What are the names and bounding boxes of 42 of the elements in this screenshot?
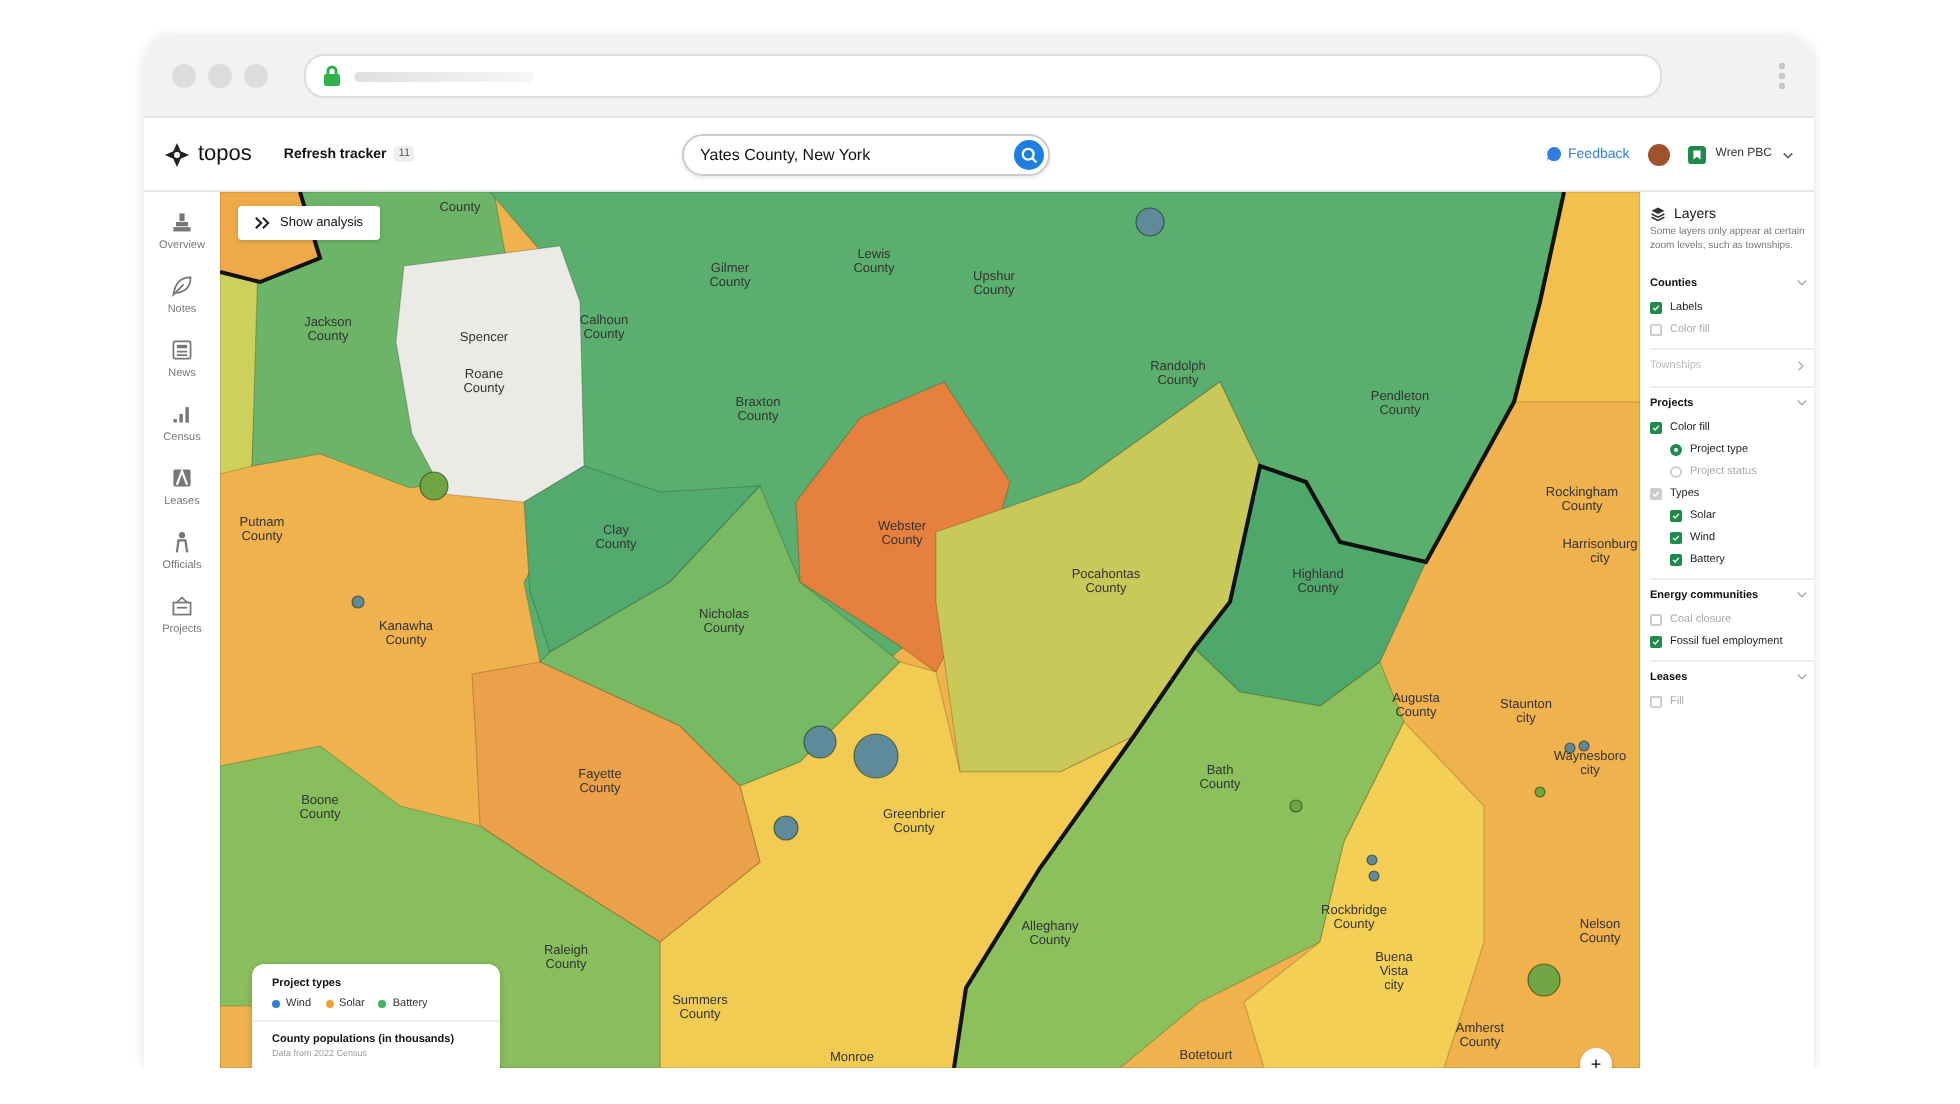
radio-button[interactable] (1670, 443, 1682, 455)
project-marker[interactable] (803, 725, 837, 759)
chat-icon (1546, 146, 1563, 162)
search-field[interactable]: Yates County, New York (682, 133, 1051, 175)
podium-icon (169, 210, 194, 234)
bookmark-icon (1687, 145, 1706, 163)
project-marker[interactable] (1527, 963, 1561, 997)
leaf-icon (170, 274, 194, 298)
project-marker[interactable] (1289, 799, 1303, 813)
project-marker[interactable] (1564, 742, 1576, 754)
caret-icon (1782, 149, 1794, 159)
project-marker[interactable] (773, 815, 799, 841)
project-marker[interactable] (1135, 207, 1165, 237)
checkbox[interactable] (1650, 695, 1662, 707)
project-marker[interactable] (1534, 786, 1546, 798)
checkbox[interactable] (1650, 421, 1662, 433)
project-marker[interactable] (1366, 854, 1378, 866)
logo-icon[interactable] (164, 141, 190, 167)
person-icon (170, 530, 194, 554)
checkbox[interactable] (1650, 323, 1662, 335)
project-marker[interactable] (419, 471, 449, 501)
double-chevron-icon (254, 216, 270, 230)
project-marker[interactable] (351, 595, 365, 609)
project-marker[interactable] (1578, 740, 1590, 752)
chevron-down-icon[interactable] (1796, 278, 1808, 290)
checkbox[interactable] (1650, 613, 1662, 625)
layers-icon (1650, 206, 1666, 222)
chevron-down-icon[interactable] (1796, 590, 1808, 602)
newspaper-icon (169, 338, 194, 362)
checkbox[interactable] (1650, 301, 1662, 313)
radio-button[interactable] (1670, 465, 1682, 477)
project-marker[interactable] (1368, 870, 1380, 882)
chevron-down-icon[interactable] (1796, 672, 1808, 684)
lock-icon (322, 64, 342, 88)
search-icon (1020, 145, 1039, 163)
checkbox[interactable] (1650, 635, 1662, 647)
chevron-down-icon[interactable] (1796, 398, 1808, 410)
county-choropleth-map[interactable] (220, 192, 1640, 1068)
project-marker[interactable] (853, 733, 899, 779)
bar-chart-icon (170, 402, 194, 426)
brand-name[interactable]: topos (198, 142, 252, 166)
avatar[interactable] (1647, 143, 1670, 165)
